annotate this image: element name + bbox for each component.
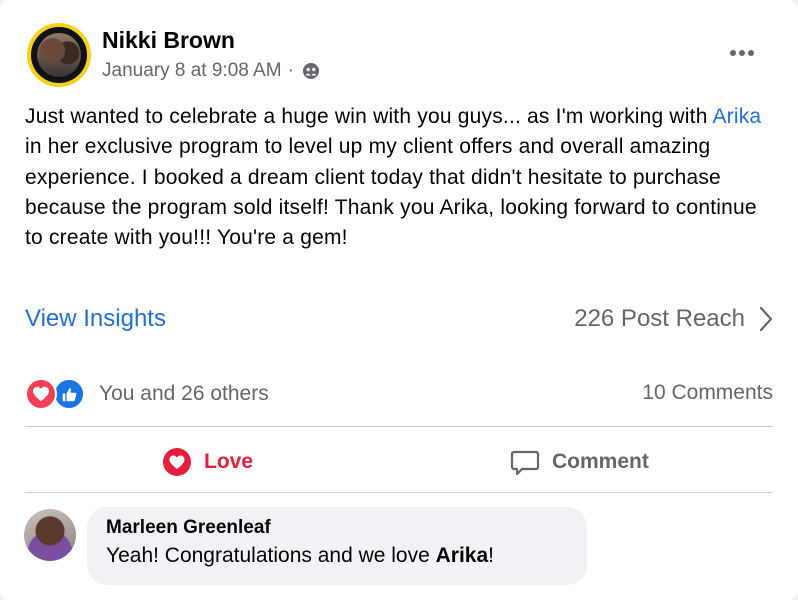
heart-icon xyxy=(163,448,191,476)
comment-bubble: Marleen Greenleaf Yeah! Congratulations … xyxy=(87,507,587,585)
comment-button[interactable]: Comment xyxy=(510,440,649,484)
love-button-label: Love xyxy=(204,450,254,473)
like-icon xyxy=(53,378,85,410)
post-meta: January 8 at 9:08 AM · xyxy=(102,60,320,82)
post-card: Nikki Brown January 8 at 9:08 AM · Just … xyxy=(0,0,798,600)
post-reach-label: 226 Post Reach xyxy=(574,305,745,332)
reactions-summary[interactable]: You and 26 others xyxy=(25,378,269,410)
author-name[interactable]: Nikki Brown xyxy=(102,27,235,54)
commenter-avatar[interactable] xyxy=(24,509,76,561)
insights-row: View Insights 226 Post Reach xyxy=(25,305,773,339)
more-options-button[interactable] xyxy=(722,38,762,68)
comment-bubble-icon xyxy=(510,450,540,476)
post-body: Just wanted to celebrate a huge win with… xyxy=(25,102,775,253)
love-button[interactable]: Love xyxy=(162,440,253,484)
comment-text-start: Yeah! Congratulations and we love xyxy=(106,544,436,567)
divider-bottom xyxy=(25,492,773,493)
post-timestamp[interactable]: January 8 at 9:08 AM xyxy=(102,60,282,82)
comment-text-end: ! xyxy=(488,544,494,567)
post-reach-link[interactable]: 226 Post Reach xyxy=(574,305,773,333)
post-text-end: in her exclusive program to level up my … xyxy=(25,135,757,250)
comment-author[interactable]: Marleen Greenleaf xyxy=(106,517,568,539)
comment-button-label: Comment xyxy=(552,450,649,473)
author-avatar[interactable] xyxy=(27,23,91,87)
more-dot-icon xyxy=(730,50,736,56)
meta-separator: · xyxy=(287,60,294,81)
comment-mention[interactable]: Arika xyxy=(436,544,489,567)
love-icon xyxy=(25,378,57,410)
divider-top xyxy=(25,426,773,427)
chevron-right-icon xyxy=(759,306,773,332)
post-text-start: Just wanted to celebrate a huge win with… xyxy=(25,105,713,128)
reactions-text: You and 26 others xyxy=(99,382,269,405)
view-insights-link[interactable]: View Insights xyxy=(25,305,166,333)
comments-count-link[interactable]: 10 Comments xyxy=(642,381,773,405)
more-dot-icon xyxy=(739,50,745,56)
friends-icon[interactable] xyxy=(302,62,320,80)
comment-text: Yeah! Congratulations and we love Arika! xyxy=(106,544,568,568)
reaction-icons xyxy=(25,378,87,410)
avatar-photo xyxy=(37,33,81,77)
mention-link[interactable]: Arika xyxy=(712,105,761,128)
more-dot-icon xyxy=(748,50,754,56)
